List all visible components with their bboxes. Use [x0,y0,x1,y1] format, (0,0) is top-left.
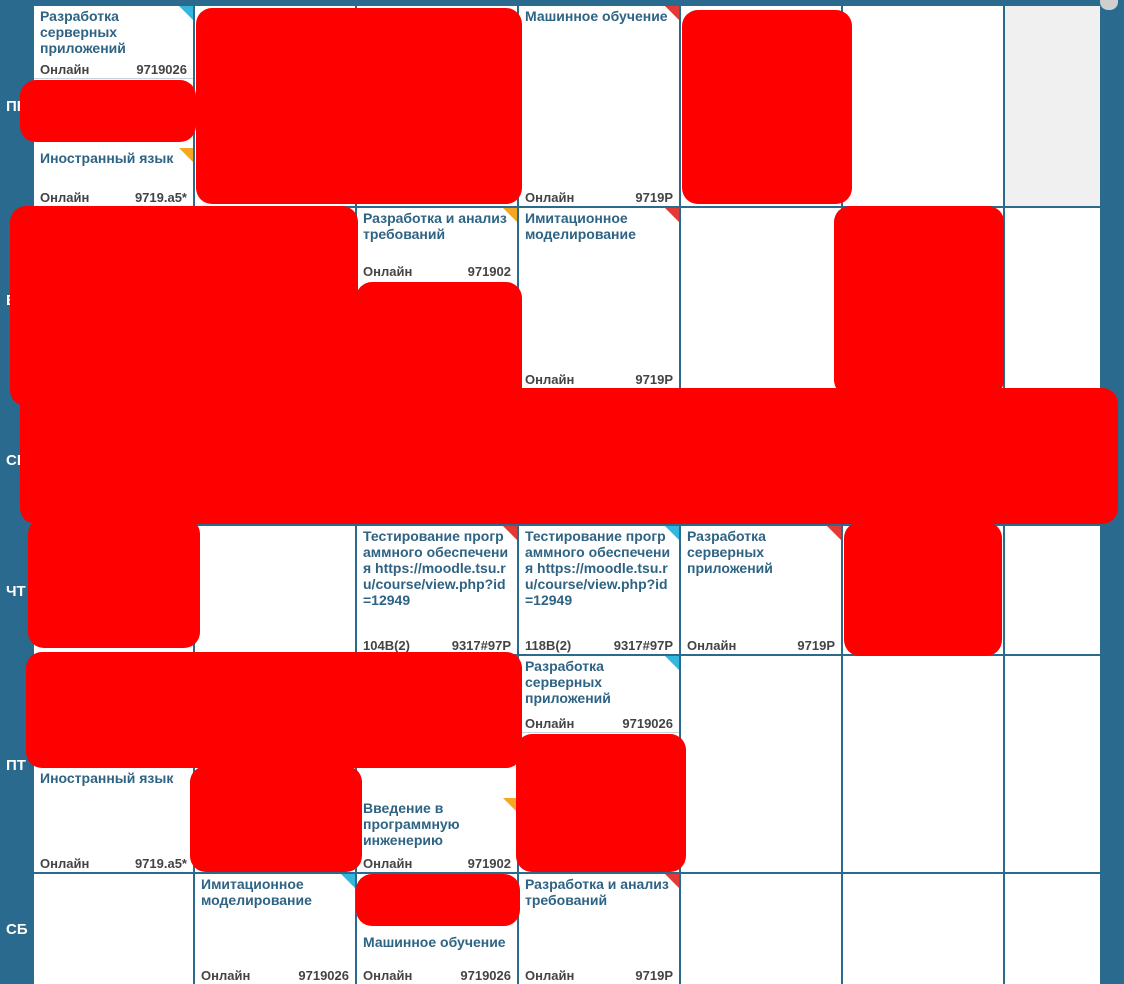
lesson-card[interactable]: Тестирование программного обеспечения ht… [519,526,679,654]
lesson-group: 971902 [467,264,511,279]
redaction-mark [190,766,362,872]
lesson-room: Онлайн [40,62,90,77]
lesson-title: Тестирование программного обеспечения ht… [525,528,671,608]
lesson-type-tag [503,526,517,540]
redaction-mark [196,8,522,204]
lesson-group: 9719026 [460,968,511,983]
slot-sat-4[interactable]: Разработка и анализ требований Онлайн 97… [519,874,679,984]
lesson-type-tag [827,526,841,540]
lesson-type-tag [665,656,679,670]
lesson-room: Онлайн [687,638,737,653]
lesson-room: Онлайн [525,968,575,983]
slot-tue-4[interactable]: Имитационное моделирование Онлайн 9719Р [519,208,679,396]
slot-mon-7 [1005,6,1100,206]
lesson-card[interactable]: Иностранный язык Онлайн 9719.а5* [34,148,193,206]
lesson-type-tag [665,874,679,888]
lesson-room: Онлайн [40,190,90,205]
lesson-room: Онлайн [525,716,575,731]
redaction-mark [844,522,1002,656]
lesson-title: Иностранный язык [40,150,174,166]
lesson-title: Имитационное моделирование [525,210,636,242]
lesson-card[interactable]: Введение в программную инженерию Онлайн … [357,798,517,872]
redaction-mark [682,10,852,204]
lesson-card[interactable]: Имитационное моделирование Онлайн 9719Р [519,208,679,388]
lesson-title: Тестирование программного обеспечения ht… [363,528,509,608]
lesson-type-tag [503,798,517,812]
lesson-type-tag [665,208,679,222]
lesson-room: 118В(2) [525,638,572,653]
slot-thu-4[interactable]: Тестирование программного обеспечения ht… [519,526,679,654]
lesson-type-tag [179,6,193,20]
lesson-card[interactable]: Разработка серверных приложений Онлайн 9… [519,656,679,733]
slot-thu-5[interactable]: Разработка серверных приложений Онлайн 9… [681,526,841,654]
lesson-card[interactable]: Разработка и анализ требований Онлайн 97… [519,874,679,984]
lesson-group: 9719.а5* [134,856,187,871]
redaction-mark [834,206,1004,396]
lesson-title: Введение в программную инженерию [363,800,460,848]
lesson-group: 9719.а5* [134,190,187,205]
lesson-group: 9719Р [635,372,673,387]
scroll-up-icon[interactable] [1100,0,1118,10]
redaction-mark [28,518,200,648]
lesson-room: Онлайн [201,968,251,983]
lesson-group: 9719Р [797,638,835,653]
slot-sat-2[interactable]: Имитационное моделирование Онлайн 971902… [195,874,355,984]
redaction-mark [20,388,1118,524]
day-label-thu: ЧТ [6,583,26,600]
redaction-mark [26,652,522,768]
lesson-group: 971902 [467,856,511,871]
redaction-mark [20,80,196,142]
lesson-group: 9719Р [635,190,673,205]
lesson-room: Онлайн [40,856,90,871]
lesson-type-tag [503,208,517,222]
lesson-room: 104В(2) [363,638,410,653]
lesson-room: Онлайн [363,856,413,871]
lesson-room: Онлайн [363,968,413,983]
lesson-group: 9719Р [635,968,673,983]
lesson-title: Иностранный язык [40,770,174,786]
lesson-title: Разработка серверных приложений [687,528,773,576]
lesson-card[interactable]: Разработка и анализ требований Онлайн 97… [357,208,517,280]
lesson-title: Разработка и анализ требований [525,876,669,908]
lesson-card[interactable]: Иностранный язык Онлайн 9719.а5* [34,768,193,872]
lesson-group: 9317#97Р [613,638,673,653]
lesson-card[interactable]: Машинное обучение Онлайн 9719026 [357,932,517,984]
lesson-title: Машинное обучение [525,8,668,24]
lesson-room: Онлайн [363,264,413,279]
slot-mon-4[interactable]: Машинное обучение Онлайн 9719Р [519,6,679,206]
lesson-type-tag [665,6,679,20]
lesson-card[interactable]: Разработка серверных приложений Онлайн 9… [34,6,193,79]
lesson-title: Разработка серверных приложений [525,658,611,706]
lesson-type-tag [341,874,355,888]
lesson-card[interactable]: Машинное обучение Онлайн 9719Р [519,6,679,206]
lesson-group: 9317#97Р [451,638,511,653]
lesson-title: Машинное обучение [363,934,506,950]
redaction-mark [10,206,358,406]
lesson-type-tag [665,526,679,540]
lesson-group: 9719026 [136,62,187,77]
lesson-title: Имитационное моделирование [201,876,312,908]
lesson-title: Разработка и анализ требований [363,210,507,242]
redaction-mark [516,734,686,872]
lesson-room: Онлайн [525,372,575,387]
day-label-sat: СБ [6,921,28,938]
lesson-group: 9719026 [622,716,673,731]
lesson-card[interactable]: Тестирование программного обеспечения ht… [357,526,517,654]
lesson-type-tag [179,148,193,162]
lesson-card[interactable]: Разработка серверных приложений Онлайн 9… [681,526,841,654]
slot-thu-3[interactable]: Тестирование программного обеспечения ht… [357,526,517,654]
lesson-group: 9719026 [298,968,349,983]
lesson-room: Онлайн [525,190,575,205]
lesson-title: Разработка серверных приложений [40,8,126,56]
day-label-fri: ПТ [6,757,26,774]
redaction-mark [356,874,520,926]
lesson-card[interactable]: Имитационное моделирование Онлайн 971902… [195,874,355,984]
